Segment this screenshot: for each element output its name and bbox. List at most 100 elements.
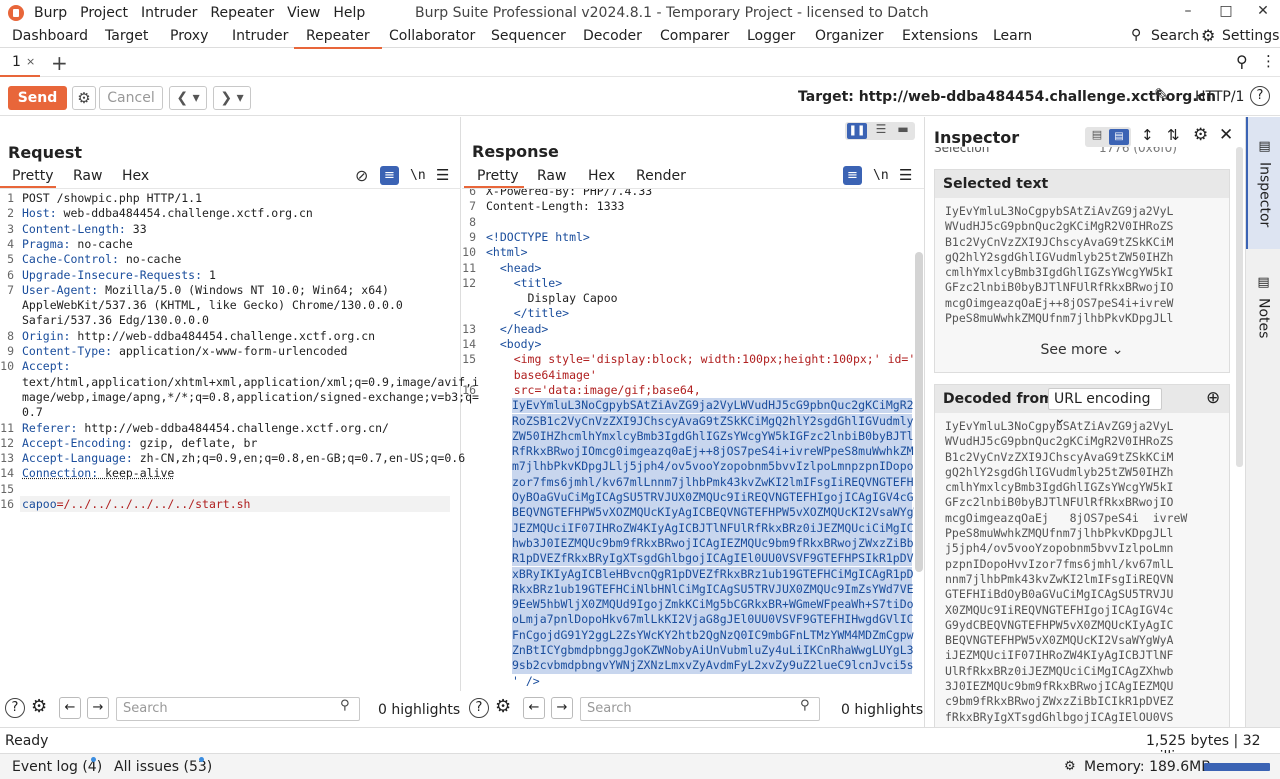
http-version[interactable]: HTTP/1 (1195, 89, 1244, 105)
tab-collaborator[interactable]: Collaborator (387, 26, 477, 48)
send-button[interactable]: Send (8, 86, 67, 110)
menu-view[interactable]: View (287, 5, 320, 21)
request-line: Connection: keep-alive (22, 466, 174, 481)
response-tab-render[interactable]: Render (636, 168, 686, 184)
maximize-icon[interactable]: □ (1216, 3, 1236, 19)
tab-extensions[interactable]: Extensions (900, 26, 980, 48)
response-search-settings-icon[interactable]: ⚙ (495, 696, 511, 717)
menu-help[interactable]: Help (333, 5, 365, 21)
decoded-content[interactable]: IyEvYmluL3NoCgpybSAtZiAvZG9ja2VyLWVudHJ5… (935, 413, 1229, 742)
inspector-layout-split-icon[interactable]: ▤ (1109, 129, 1129, 145)
menu-burp[interactable]: Burp (34, 5, 67, 21)
layout-split-icon[interactable]: ❚❚ (847, 123, 867, 139)
edit-target-icon[interactable]: ✎ (1154, 85, 1169, 106)
sidebar-inspector-tab[interactable]: ▤ Inspector (1246, 117, 1280, 249)
response-search-placeholder: Search (587, 701, 632, 716)
request-search-input[interactable]: Search (116, 697, 360, 721)
forward-history-button[interactable]: ❯ ▾ (213, 86, 251, 110)
request-search-prev-icon[interactable]: ← (59, 697, 81, 719)
hide-nonprintable-icon[interactable]: ⊘ (355, 166, 368, 185)
response-search-input[interactable]: Search (580, 697, 820, 721)
header-key: Content-Type: (22, 344, 113, 358)
response-scrollbar[interactable] (915, 252, 923, 572)
menu-project[interactable]: Project (80, 5, 128, 21)
inspector-scrollbar[interactable] (1236, 147, 1243, 467)
response-tab-pretty[interactable]: Pretty (464, 166, 524, 188)
tab-search-icon[interactable]: ⚲ (1236, 52, 1248, 71)
decoding-select[interactable]: URL encoding ⌄ (1048, 388, 1162, 427)
decoded-line: cmlhYmxlcyBmb3IgdGhlIGZsYWcgYW5kI (945, 480, 1174, 495)
response-editor[interactable]: 6 X-Powered-By: PHP/7.4.33 7 Content-Length… (462, 189, 914, 691)
response-search-next-icon[interactable]: → (551, 697, 573, 719)
selected-text-line: mcgOimgeazqOaEj++8jOS7peS4i+ivreW (945, 295, 1174, 310)
decoded-line: GFzc2lnbiB0byBJTlNFUlRfRkxBRwojIO (945, 495, 1174, 510)
layout-stack-icon[interactable]: ☰ (871, 122, 891, 136)
inspector-settings-icon[interactable]: ⚙ (1193, 125, 1208, 145)
request-line: Content-Type: application/x-www-form-url… (22, 344, 347, 359)
global-search-icon[interactable]: ⚲ (1131, 27, 1141, 43)
tab-logger[interactable]: Logger (745, 26, 797, 48)
close-window-icon[interactable]: ✕ (1253, 3, 1273, 19)
minimize-icon[interactable]: – (1178, 3, 1198, 19)
selected-text-content[interactable]: IyEvYmluL3NoCgpybSAtZiAvZG9ja2VyL WVudHJ5… (935, 198, 1229, 328)
tab-learn[interactable]: Learn (991, 26, 1034, 48)
bottom-bar: Event log (4) All issues (53) ⚙ Memory: … (0, 753, 1280, 779)
tab-repeater[interactable]: Repeater (294, 26, 382, 49)
response-tab-hex[interactable]: Hex (588, 168, 615, 184)
tab-menu-icon[interactable]: ⋮ (1261, 52, 1276, 70)
send-settings-icon[interactable]: ⚙ (72, 86, 96, 110)
settings-icon[interactable]: ⚙ (1201, 26, 1215, 45)
response-help-icon[interactable]: ? (469, 698, 489, 718)
layout-single-icon[interactable]: ▬ (893, 122, 913, 136)
help-icon[interactable]: ? (1250, 86, 1270, 106)
inspector-expand-icon[interactable]: ↕ (1141, 126, 1154, 144)
request-search-next-icon[interactable]: → (87, 697, 109, 719)
inspector-close-icon[interactable]: ✕ (1219, 125, 1233, 145)
request-line: Safari/537.36 Edg/130.0.0.0 (22, 313, 209, 328)
request-tab-hex[interactable]: Hex (122, 168, 149, 184)
sidebar-inspector-label: Inspector (1256, 161, 1273, 228)
response-word-wrap-icon[interactable]: ≡ (843, 166, 862, 185)
tab-target[interactable]: Target (103, 26, 150, 48)
global-search-label[interactable]: Search (1151, 28, 1199, 44)
request-options-icon[interactable]: ☰ (436, 166, 449, 184)
tab-intruder[interactable]: Intruder (230, 26, 290, 48)
newline-icon[interactable]: \n (410, 168, 426, 183)
right-sidebar: ▤ Inspector ▤ Notes (1245, 117, 1280, 743)
header-key: capoo (22, 497, 57, 511)
tab-dashboard[interactable]: Dashboard (10, 26, 90, 48)
add-tab-icon[interactable]: + (51, 51, 68, 75)
inspector-collapse-icon[interactable]: ⇅ (1167, 126, 1180, 144)
tab-sequencer[interactable]: Sequencer (489, 26, 568, 48)
settings-label[interactable]: Settings (1222, 28, 1279, 44)
cancel-button[interactable]: Cancel (99, 86, 163, 110)
selection-value: 1776 (0x6f0) (1099, 147, 1177, 155)
all-issues-button[interactable]: All issues (53) (114, 759, 212, 775)
response-tab-raw[interactable]: Raw (537, 168, 566, 184)
see-more-button[interactable]: See more ⌄ (935, 342, 1229, 358)
sidebar-notes-tab[interactable]: ▤ Notes (1246, 257, 1280, 357)
response-line-number: 14 (462, 337, 476, 351)
request-help-icon[interactable]: ? (5, 698, 25, 718)
menu-repeater[interactable]: Repeater (210, 5, 274, 21)
back-history-button[interactable]: ❮ ▾ (169, 86, 207, 110)
repeater-tab-1[interactable]: 1 × (0, 49, 40, 77)
inspector-layout-list-icon[interactable]: ▤ (1087, 128, 1107, 141)
request-tab-raw[interactable]: Raw (73, 168, 102, 184)
word-wrap-icon[interactable]: ≡ (380, 166, 399, 185)
request-editor[interactable]: 1 POST /showpic.php HTTP/1.1 2 Host: web-dd… (0, 191, 479, 521)
response-newline-icon[interactable]: \n (873, 168, 889, 183)
event-log-button[interactable]: Event log (4) (12, 759, 102, 775)
add-decoder-icon[interactable]: ⊕ (1206, 384, 1220, 412)
request-tab-pretty[interactable]: Pretty (0, 166, 56, 188)
tab-organizer[interactable]: Organizer (813, 26, 885, 48)
repeater-tab-close-icon[interactable]: × (26, 55, 35, 68)
tab-comparer[interactable]: Comparer (658, 26, 731, 48)
request-search-settings-icon[interactable]: ⚙ (31, 696, 47, 717)
response-options-icon[interactable]: ☰ (899, 166, 912, 184)
menu-intruder[interactable]: Intruder (141, 5, 197, 21)
tab-decoder[interactable]: Decoder (581, 26, 644, 48)
response-search-prev-icon[interactable]: ← (523, 697, 545, 719)
tab-proxy[interactable]: Proxy (168, 26, 210, 48)
memory-usage: Memory: 189.6MB (1084, 759, 1211, 775)
